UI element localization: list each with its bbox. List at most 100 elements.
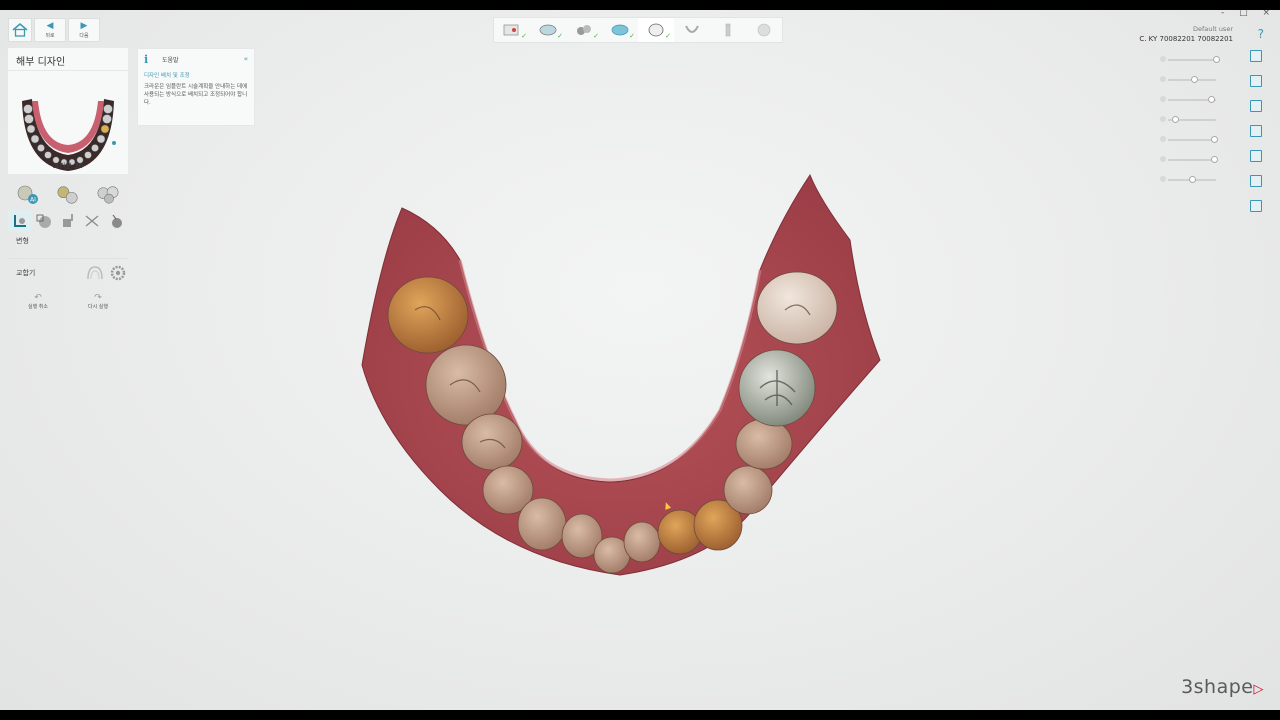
slider-layer-icon [1160, 136, 1166, 142]
undo-redo-row: ↶ 실행 취소 ↷ 다시 실행 [8, 293, 128, 310]
stack-icon[interactable] [1250, 175, 1262, 187]
slider-knob[interactable] [1191, 76, 1199, 83]
step-check-icon: ✓ [593, 32, 599, 40]
window-controls[interactable]: - □ × [1221, 10, 1276, 18]
side-toolbar [1250, 50, 1262, 225]
anatomy-tooth-icon [648, 23, 664, 37]
help-title: 도움말 [162, 56, 179, 64]
slider-implant-transparency[interactable] [1160, 130, 1230, 150]
section-label: 변형 [16, 237, 29, 245]
jaw-thumbnail-image [22, 99, 116, 171]
slider-preparation-transparency[interactable] [1160, 90, 1230, 110]
design-tool-row: AI [8, 182, 128, 208]
user-name: Default user [1193, 25, 1233, 33]
move-tooth-icon [63, 214, 73, 227]
slider-layer-icon [1160, 96, 1166, 102]
scale-tool[interactable] [32, 210, 56, 232]
slider-knob[interactable] [1208, 96, 1216, 103]
jaw-3d-model[interactable] [340, 160, 900, 590]
slider-antagonist-transparency[interactable] [1160, 70, 1230, 90]
workflow-step-margin[interactable]: ✓ [566, 18, 602, 42]
slider-track[interactable] [1168, 159, 1216, 161]
slider-layer-icon [1160, 56, 1166, 62]
app-window: - □ × ◀ 뒤로 ▶ 다음 해부 디자인 크라운 36 AI 변형 교합기 … [0, 10, 1280, 710]
slider-model-transparency[interactable] [1160, 150, 1230, 170]
svg-text:AI: AI [30, 197, 36, 204]
help-subtitle: 디자인 배치 및 조정 [144, 73, 190, 79]
tooth-thumbnail[interactable]: 크라운 36 [8, 70, 128, 174]
case-id: C. KY 70082201 70082201 [1139, 35, 1233, 43]
home-button[interactable] [8, 18, 32, 42]
undo-button[interactable]: ↶ 실행 취소 [28, 293, 48, 310]
layer-icon[interactable] [1250, 100, 1262, 112]
teeth-group-icon [97, 186, 119, 204]
workflow-step-order[interactable]: ✓ [494, 18, 530, 42]
slider-knob[interactable] [1172, 116, 1180, 123]
redo-icon: ↷ [94, 293, 102, 303]
help-body: 크라운은 임플란트 시술계획을 안내하는 데에 사용되는 방식으로 배치되고 조… [144, 84, 248, 106]
redo-label: 다시 실행 [88, 304, 108, 310]
nav-bar: ◀ 뒤로 ▶ 다음 [8, 18, 102, 42]
back-label: 뒤로 [45, 32, 55, 39]
slider-layer-icon [1160, 176, 1166, 182]
next-label: 다음 [79, 32, 89, 39]
insertion-direction-icon [611, 24, 629, 36]
occlusion-label: 교합기 [16, 269, 36, 277]
help-question-icon[interactable]: ? [1258, 27, 1264, 41]
sculpt-icon [757, 23, 771, 37]
undo-label: 실행 취소 [28, 304, 48, 310]
slider-knob[interactable] [1189, 176, 1196, 183]
scan-icon [539, 24, 557, 36]
tooth-morph-tool[interactable] [96, 184, 120, 206]
tooth-library-tool[interactable] [56, 184, 80, 206]
slider-neighbor-transparency[interactable] [1160, 170, 1230, 190]
workflow-step-sculpt[interactable] [746, 18, 782, 42]
copy-icon[interactable] [1250, 50, 1262, 62]
slider-gingiva-transparency[interactable] [1160, 110, 1230, 130]
next-button[interactable]: ▶ 다음 [68, 18, 100, 42]
post-icon [725, 23, 731, 37]
logo-text: 3shape [1181, 676, 1254, 698]
left-panel: 해부 디자인 크라운 36 AI 변형 교합기 ↶ 실행 취소 ↷ 다시 실행 [8, 48, 128, 310]
slider-crown-transparency[interactable] [1160, 50, 1230, 70]
workflow-step-scan[interactable]: ✓ [530, 18, 566, 42]
workflow-step-anatomy[interactable]: ✓ [638, 18, 674, 42]
clipboard-icon[interactable] [1250, 150, 1262, 162]
articulator-icon[interactable] [86, 265, 104, 281]
transform-tool-row [8, 210, 128, 232]
slider-knob[interactable] [1213, 56, 1220, 63]
slider-knob[interactable] [1210, 136, 1218, 143]
rotate-arrows-icon [85, 215, 99, 227]
duplicate-icon[interactable] [1250, 75, 1262, 87]
collapse-help-button[interactable]: « [244, 55, 248, 63]
slider-layer-icon [1160, 116, 1166, 122]
gear-icon[interactable] [110, 265, 126, 281]
shape-tooth-icon [112, 214, 122, 228]
workflow-bar: ✓ ✓ ✓ ✓ ✓ [493, 17, 783, 43]
slider-knob[interactable] [1210, 156, 1218, 163]
workflow-step-connectors[interactable] [674, 18, 710, 42]
transform-icon [14, 215, 26, 227]
ai-design-tool[interactable]: AI [16, 184, 40, 206]
teeth-pair-icon [57, 186, 78, 204]
shape-tool[interactable] [104, 210, 128, 232]
panel-title: 해부 디자인 [8, 48, 128, 70]
layers-icon[interactable] [1250, 125, 1262, 137]
scale-tooth-icon [36, 214, 51, 228]
redo-button[interactable]: ↷ 다시 실행 [88, 293, 108, 310]
workflow-step-insertion[interactable]: ✓ [602, 18, 638, 42]
margin-icon [577, 25, 591, 35]
step-check-icon: ✓ [521, 32, 527, 40]
back-button[interactable]: ◀ 뒤로 [34, 18, 66, 42]
visibility-sliders [1160, 50, 1230, 190]
rotate-tool[interactable] [80, 210, 104, 232]
slider-track[interactable] [1168, 59, 1216, 61]
help-header: i 도움말 « [138, 49, 254, 69]
move-tool[interactable] [56, 210, 80, 232]
workflow-step-post[interactable] [710, 18, 746, 42]
arrow-left-icon: ◀ [46, 20, 54, 31]
reset-view-icon[interactable] [1250, 200, 1262, 212]
slider-track[interactable] [1168, 139, 1216, 141]
help-panel: i 도움말 « 디자인 배치 및 조정 크라운은 임플란트 시술계획을 안내하는… [137, 48, 255, 126]
transform-tool[interactable] [8, 210, 32, 232]
